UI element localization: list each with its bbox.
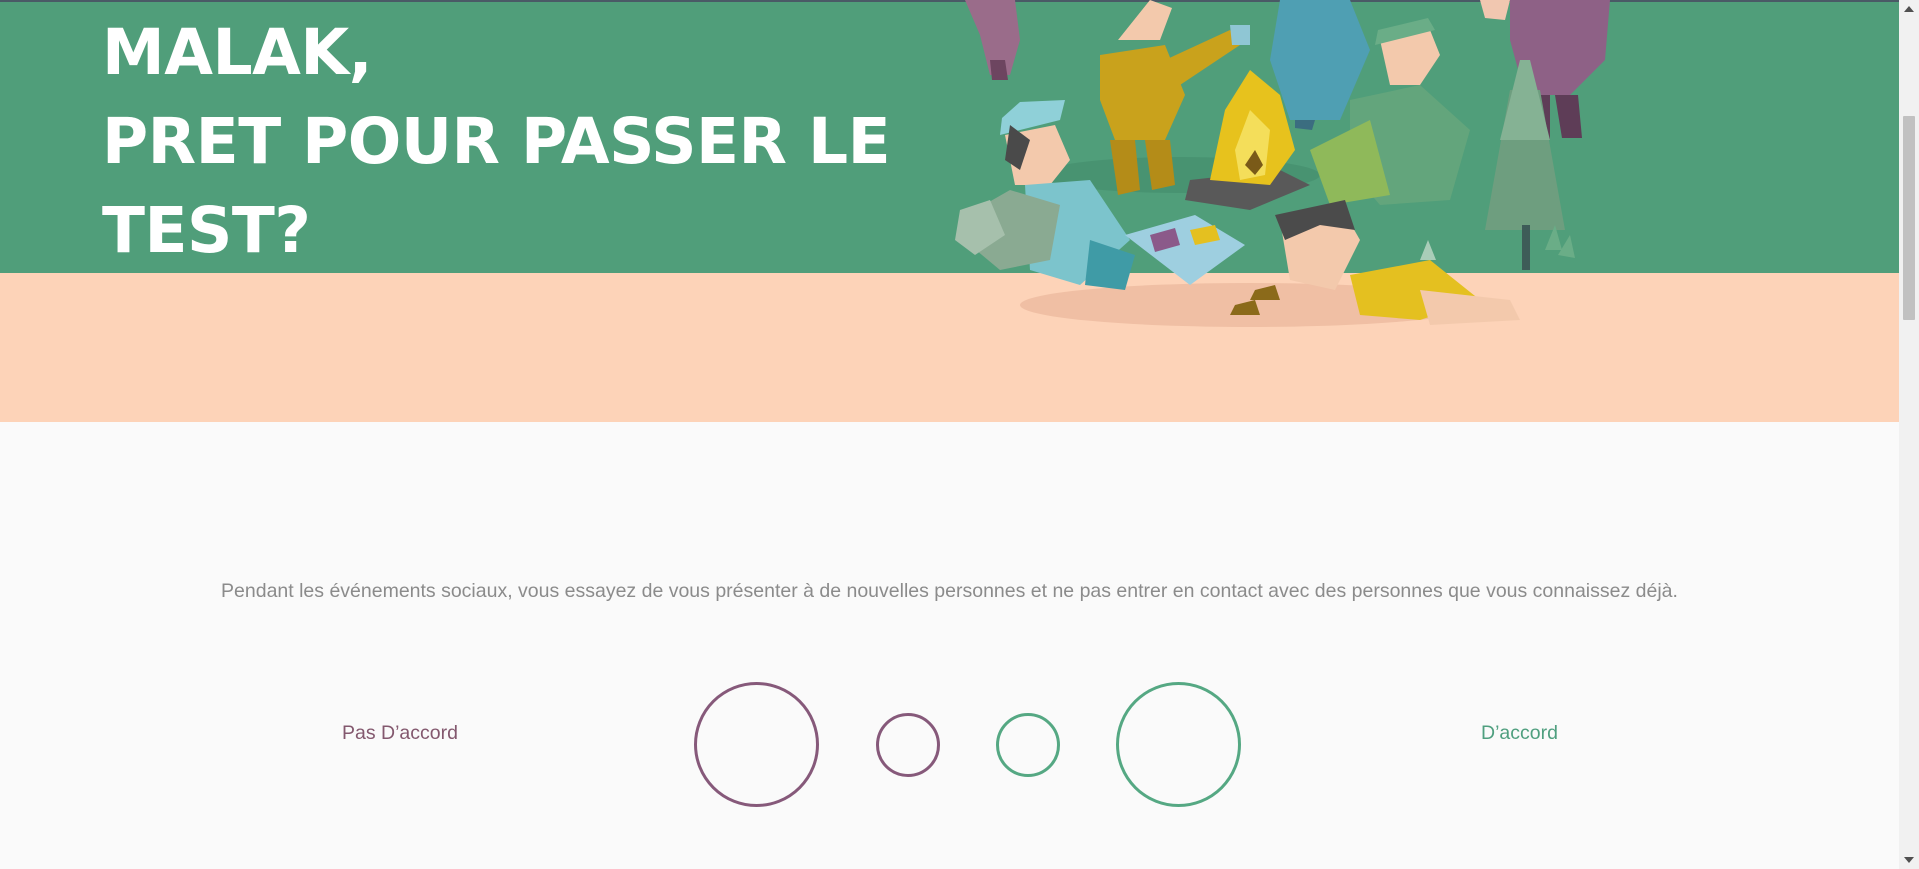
- agree-label: D’accord: [1481, 722, 1558, 744]
- title-line: TEST?: [102, 194, 311, 267]
- scroll-down-icon[interactable]: [1904, 857, 1914, 863]
- answer-option-disagree[interactable]: [876, 713, 940, 777]
- campfire-scene-illustration: [955, 0, 1610, 327]
- disagree-label: Pas D’accord: [342, 722, 458, 744]
- scrollbar-thumb[interactable]: [1903, 116, 1915, 320]
- answer-option-strong-disagree[interactable]: [694, 682, 819, 807]
- answer-option-agree[interactable]: [996, 713, 1060, 777]
- title-line: PRET POUR PASSER LE: [102, 105, 891, 178]
- answer-option-strong-agree[interactable]: [1116, 682, 1241, 807]
- vertical-scrollbar[interactable]: [1899, 0, 1919, 869]
- question-text: Pendant les événements sociaux, vous ess…: [221, 580, 1678, 602]
- page-title: MALAK, PRET POUR PASSER LE TEST?: [102, 8, 891, 275]
- scroll-up-icon[interactable]: [1904, 6, 1914, 12]
- title-line: MALAK,: [102, 16, 373, 89]
